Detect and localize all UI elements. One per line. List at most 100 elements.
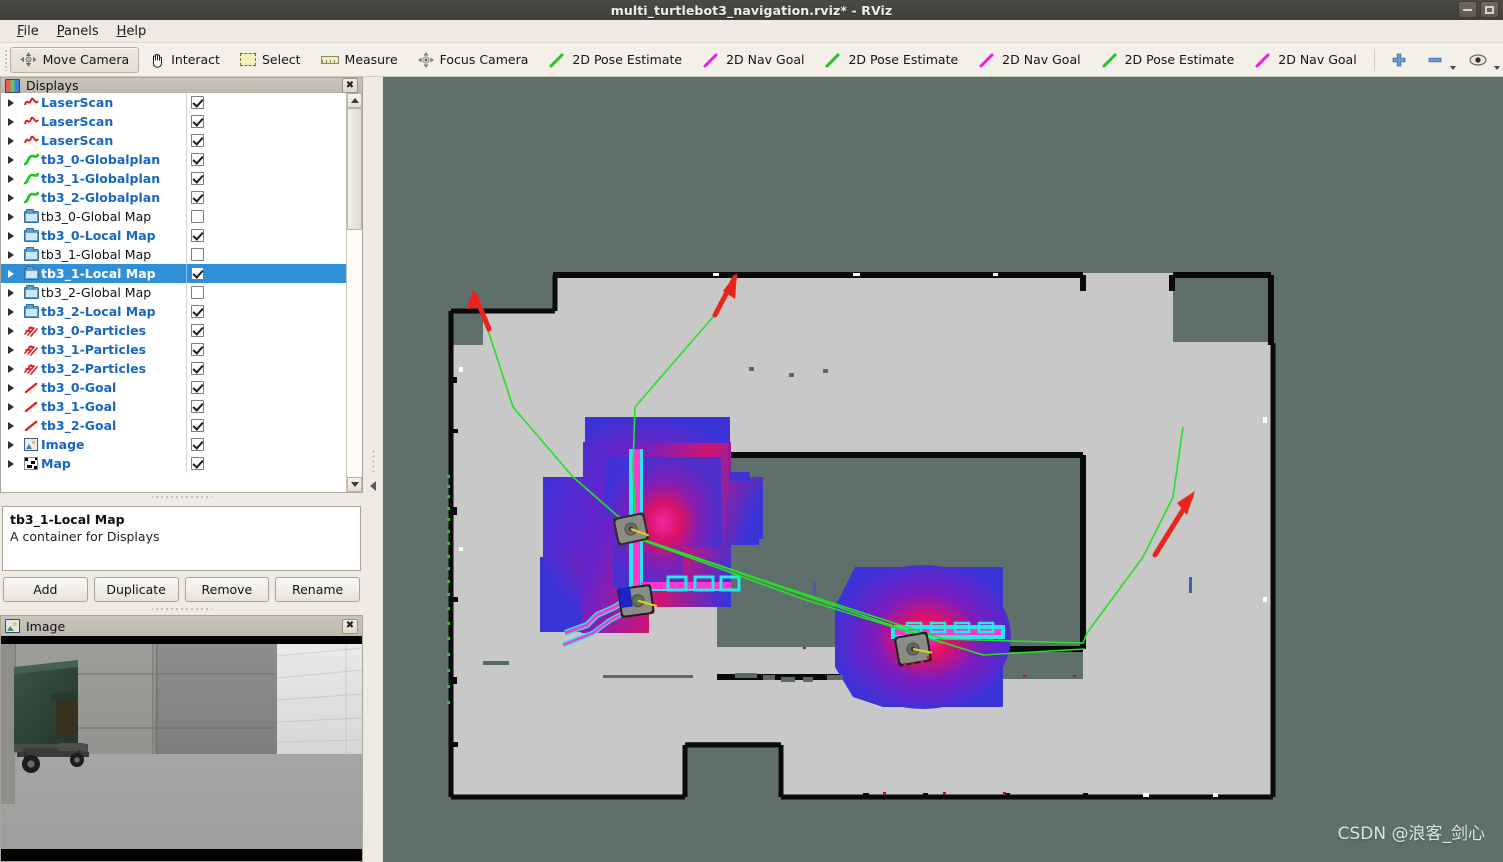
display-tree-row[interactable]: tb3_0-Local Map — [1, 226, 346, 245]
display-enable-checkbox[interactable] — [191, 191, 204, 204]
display-enable-cell[interactable] — [186, 188, 346, 207]
display-enable-cell[interactable] — [186, 454, 346, 473]
scroll-up-button[interactable] — [347, 93, 362, 108]
display-enable-checkbox[interactable] — [191, 286, 204, 299]
display-enable-cell[interactable] — [186, 416, 346, 435]
duplicate-button[interactable]: Duplicate — [93, 576, 179, 602]
panel-splitter-handle[interactable] — [151, 494, 212, 500]
display-tree-row[interactable]: Map — [1, 454, 346, 473]
display-enable-checkbox[interactable] — [191, 381, 204, 394]
display-tree-row[interactable]: tb3_1-Local Map — [1, 264, 346, 283]
display-enable-checkbox[interactable] — [191, 343, 204, 356]
display-tree-row[interactable]: LaserScan — [1, 131, 346, 150]
expand-triangle-icon[interactable] — [1, 302, 21, 321]
displays-tree[interactable]: LaserScan LaserScan LaserScan tb3_0-Globalp… — [0, 93, 363, 493]
pose-estimate-tool-button-1[interactable]: 2D Pose Estimate — [538, 47, 692, 73]
scroll-down-button[interactable] — [347, 477, 362, 492]
expand-triangle-icon[interactable] — [1, 397, 21, 416]
splitter-grip[interactable] — [371, 448, 375, 475]
expand-triangle-icon[interactable] — [1, 340, 21, 359]
expand-triangle-icon[interactable] — [1, 226, 21, 245]
expand-triangle-icon[interactable] — [1, 207, 21, 226]
remove-tool-button[interactable] — [1417, 47, 1459, 73]
display-enable-checkbox[interactable] — [191, 362, 204, 375]
display-enable-checkbox[interactable] — [191, 400, 204, 413]
display-enable-cell[interactable] — [186, 93, 346, 112]
expand-triangle-icon[interactable] — [1, 169, 21, 188]
display-enable-cell[interactable] — [186, 169, 346, 188]
nav-goal-tool-button-2[interactable]: 2D Nav Goal — [968, 47, 1090, 73]
display-tree-row[interactable]: tb3_2-Globalplan — [1, 188, 346, 207]
remove-button[interactable]: Remove — [184, 576, 270, 602]
display-enable-cell[interactable] — [186, 226, 346, 245]
display-enable-cell[interactable] — [186, 340, 346, 359]
expand-triangle-icon[interactable] — [1, 321, 21, 340]
display-enable-checkbox[interactable] — [191, 438, 204, 451]
pose-estimate-tool-button-2[interactable]: 2D Pose Estimate — [814, 47, 968, 73]
expand-triangle-icon[interactable] — [1, 112, 21, 131]
display-tree-row[interactable]: tb3_0-Globalplan — [1, 150, 346, 169]
display-tree-row[interactable]: LaserScan — [1, 112, 346, 131]
display-enable-cell[interactable] — [186, 150, 346, 169]
display-enable-cell[interactable] — [186, 112, 346, 131]
display-tree-row[interactable]: tb3_1-Particles — [1, 340, 346, 359]
display-enable-checkbox[interactable] — [191, 172, 204, 185]
image-panel-close-button[interactable]: ✖ — [342, 618, 358, 634]
display-enable-checkbox[interactable] — [191, 134, 204, 147]
select-tool-button[interactable]: Select — [230, 47, 311, 73]
toolbar-drag-grip[interactable] — [4, 48, 7, 71]
display-tree-row[interactable]: tb3_0-Particles — [1, 321, 346, 340]
display-enable-cell[interactable] — [186, 245, 346, 264]
expand-triangle-icon[interactable] — [1, 188, 21, 207]
display-tree-row[interactable]: tb3_1-Goal — [1, 397, 346, 416]
expand-triangle-icon[interactable] — [1, 283, 21, 302]
chevron-down-icon[interactable] — [1450, 65, 1456, 70]
expand-triangle-icon[interactable] — [1, 131, 21, 150]
add-tool-button[interactable] — [1381, 47, 1417, 73]
rename-button[interactable]: Rename — [275, 576, 360, 602]
collapse-left-dock-icon[interactable] — [370, 480, 376, 491]
display-tree-row[interactable]: tb3_2-Goal — [1, 416, 346, 435]
menu-file[interactable]: File — [8, 22, 48, 41]
display-enable-checkbox[interactable] — [191, 210, 204, 223]
scrollbar-thumb[interactable] — [347, 108, 362, 230]
image-panel-splitter-handle[interactable] — [151, 606, 212, 612]
expand-triangle-icon[interactable] — [1, 416, 21, 435]
focus-camera-tool-button[interactable]: Focus Camera — [408, 47, 539, 73]
views-visibility-button[interactable] — [1459, 47, 1503, 73]
display-tree-row[interactable]: tb3_0-Global Map — [1, 207, 346, 226]
display-enable-cell[interactable] — [186, 302, 346, 321]
display-enable-checkbox[interactable] — [191, 305, 204, 318]
display-tree-row[interactable]: tb3_2-Local Map — [1, 302, 346, 321]
display-enable-cell[interactable] — [186, 207, 346, 226]
display-tree-row[interactable]: tb3_1-Global Map — [1, 245, 346, 264]
display-enable-cell[interactable] — [186, 131, 346, 150]
nav-goal-tool-button-3[interactable]: 2D Nav Goal — [1244, 47, 1366, 73]
display-enable-cell[interactable] — [186, 283, 346, 302]
minimize-button[interactable] — [1458, 1, 1477, 18]
add-button[interactable]: Add — [3, 576, 88, 602]
display-enable-cell[interactable] — [186, 359, 346, 378]
display-tree-row[interactable]: tb3_1-Globalplan — [1, 169, 346, 188]
display-tree-row[interactable]: LaserScan — [1, 93, 346, 112]
expand-triangle-icon[interactable] — [1, 93, 21, 112]
display-enable-cell[interactable] — [186, 264, 346, 283]
dock-splitter[interactable] — [363, 77, 383, 862]
display-tree-row[interactable]: tb3_0-Goal — [1, 378, 346, 397]
display-tree-row[interactable]: tb3_2-Global Map — [1, 283, 346, 302]
display-tree-row[interactable]: tb3_2-Particles — [1, 359, 346, 378]
expand-triangle-icon[interactable] — [1, 245, 21, 264]
display-enable-cell[interactable] — [186, 378, 346, 397]
display-enable-checkbox[interactable] — [191, 267, 204, 280]
menu-panels[interactable]: Panels — [48, 22, 108, 41]
expand-triangle-icon[interactable] — [1, 264, 21, 283]
pose-estimate-tool-button-3[interactable]: 2D Pose Estimate — [1091, 47, 1245, 73]
scrollbar-track[interactable] — [347, 108, 362, 477]
chevron-down-icon[interactable] — [1494, 65, 1500, 70]
nav-goal-tool-button-1[interactable]: 2D Nav Goal — [692, 47, 814, 73]
display-enable-checkbox[interactable] — [191, 457, 204, 470]
display-enable-checkbox[interactable] — [191, 324, 204, 337]
expand-triangle-icon[interactable] — [1, 435, 21, 454]
maximize-button[interactable] — [1480, 1, 1499, 18]
measure-tool-button[interactable]: Measure — [311, 47, 408, 73]
